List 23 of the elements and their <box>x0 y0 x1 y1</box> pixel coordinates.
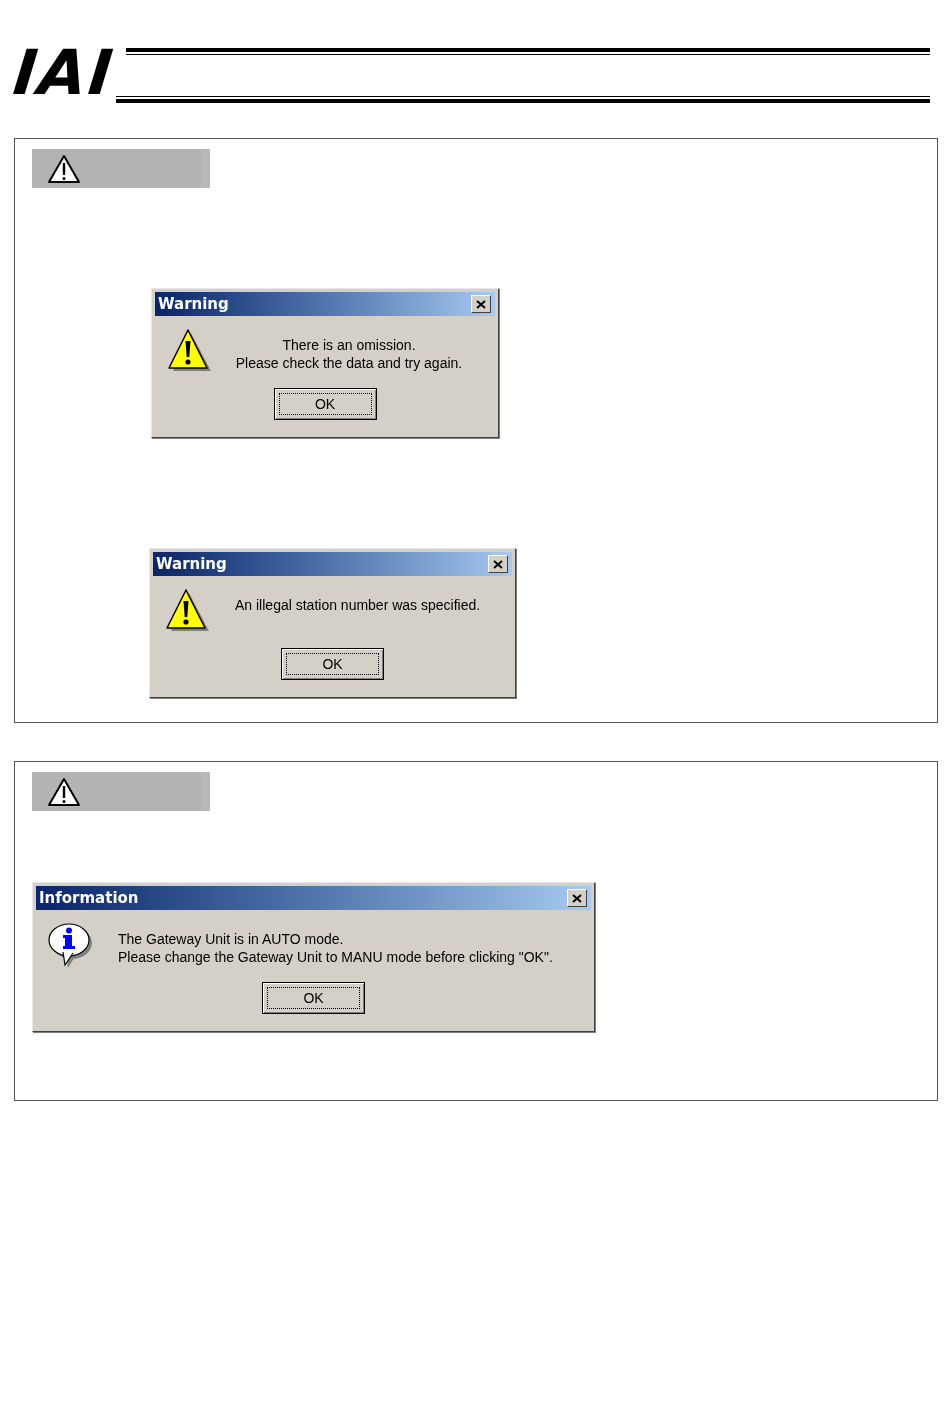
window-title: Warning <box>158 296 229 312</box>
close-button[interactable] <box>471 295 491 313</box>
message-text: An illegal station number was specified. <box>235 596 481 614</box>
ok-button[interactable]: OK <box>281 648 384 680</box>
warning-icon <box>165 588 211 634</box>
window-title: Warning <box>156 556 227 572</box>
close-button[interactable] <box>488 555 508 573</box>
ok-button[interactable]: OK <box>273 388 377 420</box>
close-button[interactable] <box>567 889 587 907</box>
close-icon <box>493 559 503 569</box>
message-text: Please change the Gateway Unit to MANU mode before clicking "OK". <box>118 948 553 966</box>
information-icon <box>48 922 94 968</box>
close-icon <box>572 893 582 903</box>
warning-icon <box>167 328 213 374</box>
close-icon <box>476 299 486 309</box>
caution-icon <box>47 153 81 184</box>
ok-button[interactable]: OK <box>262 982 365 1014</box>
message-text: The Gateway Unit is in AUTO mode. <box>118 930 344 948</box>
message-text: There is an omission. <box>282 336 416 354</box>
message-text: Please check the data and try again. <box>235 354 463 372</box>
window-title: Information <box>39 890 139 906</box>
caution-icon <box>47 776 81 807</box>
logo: IAI <box>10 42 118 104</box>
